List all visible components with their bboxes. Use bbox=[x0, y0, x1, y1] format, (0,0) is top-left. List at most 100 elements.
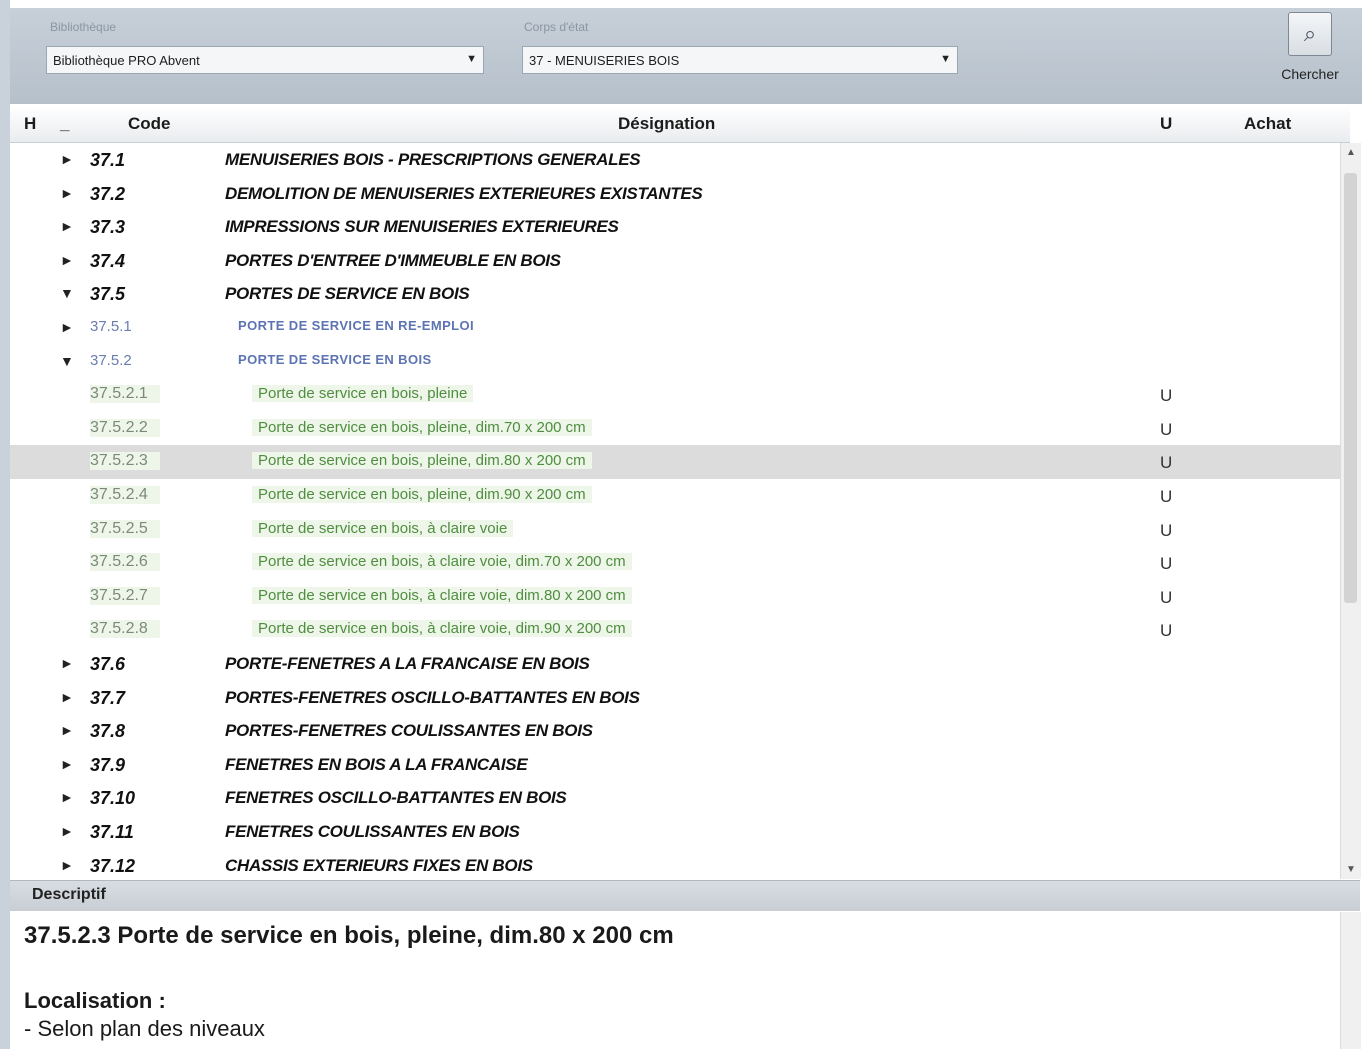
table-row[interactable]: ► 37.6 PORTE-FENETRES A LA FRANCAISE EN BO… bbox=[10, 647, 1340, 681]
scrollbar-thumb[interactable] bbox=[1344, 173, 1357, 603]
row-code: 37.2 bbox=[90, 184, 126, 204]
row-designation: Porte de service en bois, à claire voie bbox=[252, 520, 514, 537]
expand-arrow-icon[interactable]: ► bbox=[60, 789, 76, 805]
description-title: 37.5.2.3 Porte de service en bois, plein… bbox=[24, 922, 674, 949]
expand-arrow-icon[interactable]: ► bbox=[60, 857, 76, 873]
row-code: 37.5.2.7 bbox=[90, 587, 160, 605]
row-designation: Porte de service en bois, pleine bbox=[252, 385, 474, 402]
search-icon: ⌕ bbox=[1288, 12, 1332, 56]
grid-scrollbar[interactable]: ▲ ▼ bbox=[1340, 143, 1361, 879]
table-row[interactable]: ► 37.8 PORTES-FENETRES COULISSANTES EN BOI… bbox=[10, 714, 1340, 748]
row-code: 37.10 bbox=[90, 788, 136, 808]
row-code: 37.5.1 bbox=[90, 318, 132, 335]
description-scrollbar[interactable] bbox=[1340, 912, 1361, 1049]
row-designation: PORTES D'ENTREE D'IMMEUBLE EN BOIS bbox=[225, 251, 561, 270]
library-label: Bibliothèque bbox=[50, 20, 117, 34]
table-row[interactable]: ► 37.7 PORTES-FENETRES OSCILLO-BATTANTES E… bbox=[10, 681, 1340, 715]
column-header-designation[interactable]: Désignation bbox=[618, 114, 715, 134]
row-code: 37.5.2.4 bbox=[90, 486, 160, 504]
expand-arrow-icon[interactable]: ► bbox=[60, 722, 76, 738]
row-code: 37.9 bbox=[90, 755, 126, 775]
row-code: 37.5.2.3 bbox=[90, 452, 160, 470]
expand-arrow-icon[interactable]: ► bbox=[60, 218, 76, 234]
row-designation: Porte de service en bois, pleine, dim.90… bbox=[252, 486, 592, 503]
row-designation: PORTES-FENETRES OSCILLO-BATTANTES EN BOI… bbox=[225, 688, 640, 707]
row-designation: FENETRES EN BOIS A LA FRANCAISE bbox=[225, 755, 528, 774]
row-code: 37.5.2 bbox=[90, 352, 132, 369]
table-row[interactable]: ► 37.11 FENETRES COULISSANTES EN BOIS bbox=[10, 815, 1340, 849]
table-row[interactable]: 37.5.2.7 Porte de service en bois, à clai… bbox=[10, 580, 1340, 614]
row-code: 37.1 bbox=[90, 150, 126, 170]
library-select-value: Bibliothèque PRO Abvent bbox=[53, 53, 200, 68]
row-unit: U bbox=[1160, 621, 1173, 640]
table-row[interactable]: 37.5.2.6 Porte de service en bois, à clai… bbox=[10, 546, 1340, 580]
expand-arrow-icon[interactable]: ► bbox=[60, 655, 76, 671]
table-row[interactable]: ► 37.9 FENETRES EN BOIS A LA FRANCAISE bbox=[10, 748, 1340, 782]
expand-arrow-icon[interactable]: ► bbox=[60, 185, 76, 201]
articles-tree-grid: ► 37.1 MENUISERIES BOIS - PRESCRIPTIONS GE… bbox=[10, 143, 1340, 879]
column-header-collapse[interactable]: _ bbox=[60, 114, 69, 134]
chevron-down-icon: ▼ bbox=[940, 53, 951, 65]
description-header-label: Descriptif bbox=[32, 886, 106, 903]
row-code: 37.8 bbox=[90, 721, 126, 741]
row-code: 37.6 bbox=[90, 654, 126, 674]
table-row[interactable]: 37.5.2.4 Porte de service en bois, pleine… bbox=[10, 479, 1340, 513]
expand-arrow-icon[interactable]: ► bbox=[60, 756, 76, 772]
row-code: 37.5 bbox=[90, 284, 126, 304]
row-designation: PORTE-FENETRES A LA FRANCAISE EN BOIS bbox=[225, 654, 590, 673]
search-button[interactable]: ⌕ Chercher bbox=[1270, 12, 1350, 96]
expand-arrow-icon[interactable]: ► bbox=[60, 252, 76, 268]
row-designation: Porte de service en bois, à claire voie,… bbox=[252, 553, 632, 570]
expand-arrow-icon[interactable]: ► bbox=[60, 319, 76, 335]
table-row[interactable]: ► 37.5.1 PORTE DE SERVICE EN RE-EMPLOI bbox=[10, 311, 1340, 345]
row-code: 37.5.2.8 bbox=[90, 620, 160, 638]
row-designation: DEMOLITION DE MENUISERIES EXTERIEURES EX… bbox=[225, 184, 703, 203]
expand-arrow-icon[interactable]: ► bbox=[60, 689, 76, 705]
table-row[interactable]: ► 37.3 IMPRESSIONS SUR MENUISERIES EXTERIE… bbox=[10, 210, 1340, 244]
table-row[interactable]: 37.5.2.5 Porte de service en bois, à clai… bbox=[10, 513, 1340, 547]
table-row[interactable]: 37.5.2.2 Porte de service en bois, pleine… bbox=[10, 412, 1340, 446]
row-designation: Porte de service en bois, à claire voie,… bbox=[252, 587, 632, 604]
row-unit: U bbox=[1160, 453, 1173, 472]
location-value: - Selon plan des niveaux bbox=[24, 1016, 265, 1041]
table-row[interactable]: ► 37.4 PORTES D'ENTREE D'IMMEUBLE EN BOIS bbox=[10, 244, 1340, 278]
collapse-arrow-icon[interactable]: ▼ bbox=[60, 353, 76, 369]
row-designation: PORTE DE SERVICE EN BOIS bbox=[238, 352, 432, 367]
row-code: 37.3 bbox=[90, 217, 126, 237]
expand-arrow-icon[interactable]: ► bbox=[60, 823, 76, 839]
table-row[interactable]: ► 37.10 FENETRES OSCILLO-BATTANTES EN BOIS bbox=[10, 781, 1340, 815]
row-designation: Porte de service en bois, pleine, dim.80… bbox=[252, 452, 592, 469]
row-code: 37.7 bbox=[90, 688, 126, 708]
row-designation: FENETRES OSCILLO-BATTANTES EN BOIS bbox=[225, 788, 567, 807]
row-designation: PORTE DE SERVICE EN RE-EMPLOI bbox=[238, 318, 475, 333]
table-row[interactable]: ► 37.12 CHASSIS EXTERIEURS FIXES EN BOIS bbox=[10, 849, 1340, 879]
table-row[interactable]: 37.5.2.1 Porte de service en bois, pleine… bbox=[10, 378, 1340, 412]
column-header-h[interactable]: H bbox=[24, 114, 36, 134]
trade-select-value: 37 - MENUISERIES BOIS bbox=[529, 53, 680, 68]
row-designation: IMPRESSIONS SUR MENUISERIES EXTERIEURES bbox=[225, 217, 619, 236]
row-code: 37.5.2.5 bbox=[90, 520, 160, 538]
location-label: Localisation : bbox=[24, 988, 166, 1013]
collapse-arrow-icon[interactable]: ▼ bbox=[60, 285, 76, 301]
description-panel[interactable]: 37.5.2.3 Porte de service en bois, plein… bbox=[10, 912, 1360, 1049]
column-header-unit[interactable]: U bbox=[1160, 114, 1172, 134]
column-header-code[interactable]: Code bbox=[128, 114, 171, 134]
row-code: 37.5.2.6 bbox=[90, 553, 160, 571]
column-header-purchase[interactable]: Achat bbox=[1244, 114, 1291, 134]
expand-arrow-icon[interactable]: ► bbox=[60, 151, 76, 167]
table-row[interactable]: ▼ 37.5 PORTES DE SERVICE EN BOIS bbox=[10, 277, 1340, 311]
row-unit: U bbox=[1160, 487, 1173, 506]
library-select[interactable]: Bibliothèque PRO Abvent ▼ bbox=[46, 46, 484, 74]
table-row[interactable]: ▼ 37.5.2 PORTE DE SERVICE EN BOIS bbox=[10, 345, 1340, 379]
trade-select[interactable]: 37 - MENUISERIES BOIS ▼ bbox=[522, 46, 958, 74]
table-row[interactable]: ► 37.2 DEMOLITION DE MENUISERIES EXTERIEUR… bbox=[10, 177, 1340, 211]
table-row[interactable]: ► 37.1 MENUISERIES BOIS - PRESCRIPTIONS GE… bbox=[10, 143, 1340, 177]
row-designation: CHASSIS EXTERIEURS FIXES EN BOIS bbox=[225, 856, 533, 875]
row-unit: U bbox=[1160, 554, 1173, 573]
table-row[interactable]: 37.5.2.3 Porte de service en bois, pleine… bbox=[10, 445, 1340, 479]
row-designation: MENUISERIES BOIS - PRESCRIPTIONS GENERAL… bbox=[225, 150, 641, 169]
scroll-up-icon[interactable]: ▲ bbox=[1346, 147, 1356, 158]
row-code: 37.11 bbox=[90, 822, 134, 842]
scroll-down-icon[interactable]: ▼ bbox=[1346, 864, 1356, 875]
table-row[interactable]: 37.5.2.8 Porte de service en bois, à clai… bbox=[10, 613, 1340, 647]
